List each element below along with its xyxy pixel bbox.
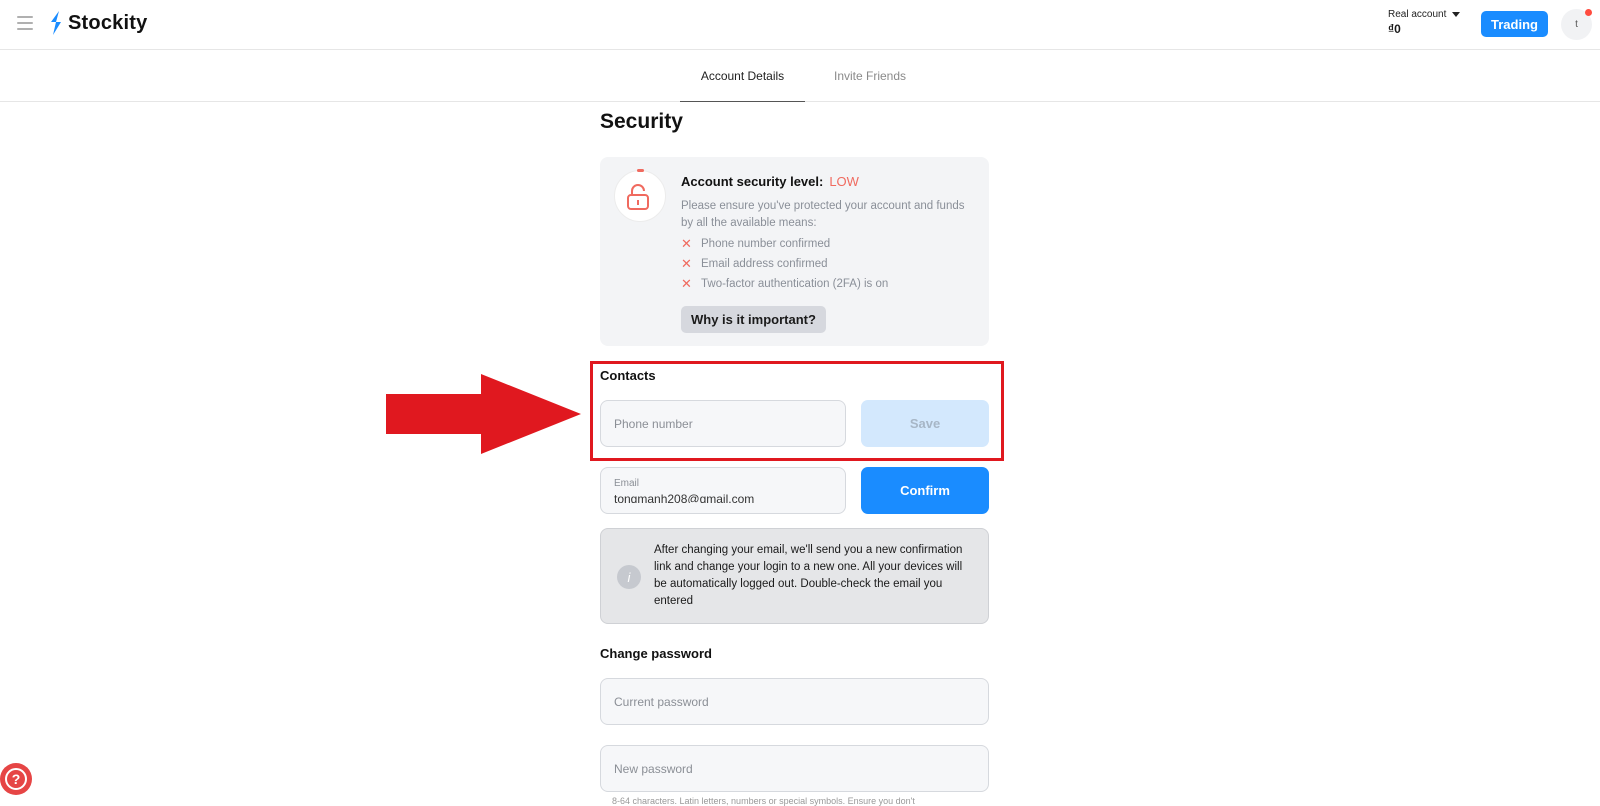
cross-icon: ✕ <box>681 276 692 291</box>
security-title: Account security level: LOW <box>681 174 859 189</box>
annotation-highlight-box <box>590 361 1004 461</box>
brand-logo[interactable]: Stockity <box>48 11 147 35</box>
list-item: ✕ Phone number confirmed <box>681 234 888 254</box>
annotation-arrow-icon <box>386 374 581 454</box>
caret-down-icon <box>1452 12 1461 17</box>
email-value[interactable]: tongmanh208@gmail.com <box>614 491 754 503</box>
security-checklist: ✕ Phone number confirmed ✕ Email address c… <box>681 234 888 294</box>
list-item-label: Phone number confirmed <box>701 238 831 250</box>
security-level-card: Account security level: LOW Please ensure… <box>600 157 989 346</box>
current-password-field[interactable] <box>600 678 989 725</box>
avatar-letter: t <box>1575 19 1578 30</box>
question-mark-icon: ? <box>5 768 27 790</box>
brand-name: Stockity <box>68 11 148 34</box>
security-title-text: Account security level: <box>681 174 824 189</box>
cross-icon: ✕ <box>681 236 692 251</box>
list-item-label: Email address confirmed <box>701 258 828 270</box>
page-title: Security <box>600 110 683 133</box>
confirm-email-button[interactable]: Confirm <box>861 467 989 514</box>
tab-account-details[interactable]: Account Details <box>680 50 805 102</box>
list-item-label: Two-factor authentication (2FA) is on <box>701 278 889 290</box>
info-text: After changing your email, we'll send yo… <box>654 544 963 607</box>
security-gauge-arc <box>637 169 644 172</box>
email-label: Email <box>614 478 640 489</box>
account-switcher[interactable]: Real account ₫0 <box>1388 9 1461 36</box>
notification-dot <box>1585 9 1592 16</box>
list-item: ✕ Two-factor authentication (2FA) is on <box>681 274 888 294</box>
security-description: Please ensure you've protected your acco… <box>681 200 965 229</box>
avatar[interactable]: t <box>1561 9 1592 40</box>
top-bar: Stockity Real account ₫0 Trading t <box>0 0 1600 50</box>
password-hint: 8-64 characters. Latin letters, numbers … <box>612 796 915 806</box>
hamburger-menu-icon[interactable] <box>17 16 33 30</box>
list-item: ✕ Email address confirmed <box>681 254 888 274</box>
info-icon: i <box>617 565 641 589</box>
account-balance: ₫0 <box>1388 22 1401 36</box>
profile-tabs: Account Details Invite Friends <box>0 50 1600 102</box>
stockity-logo-icon <box>51 11 61 35</box>
current-password-input[interactable] <box>614 694 975 709</box>
why-important-button[interactable]: Why is it important? <box>681 306 826 333</box>
new-password-input[interactable] <box>614 761 975 776</box>
help-button[interactable]: ? <box>0 763 32 795</box>
security-level-value: LOW <box>829 174 859 189</box>
unlocked-lock-icon <box>627 184 649 210</box>
new-password-field[interactable] <box>600 745 989 792</box>
email-change-info: i After changing your email, we'll send … <box>600 528 989 624</box>
cross-icon: ✕ <box>681 256 692 271</box>
account-type-label: Real account <box>1388 9 1447 20</box>
change-password-heading: Change password <box>600 646 712 661</box>
trading-button[interactable]: Trading <box>1481 11 1548 37</box>
tab-invite-friends[interactable]: Invite Friends <box>820 50 920 102</box>
email-field[interactable]: Email tongmanh208@gmail.com <box>600 467 846 514</box>
